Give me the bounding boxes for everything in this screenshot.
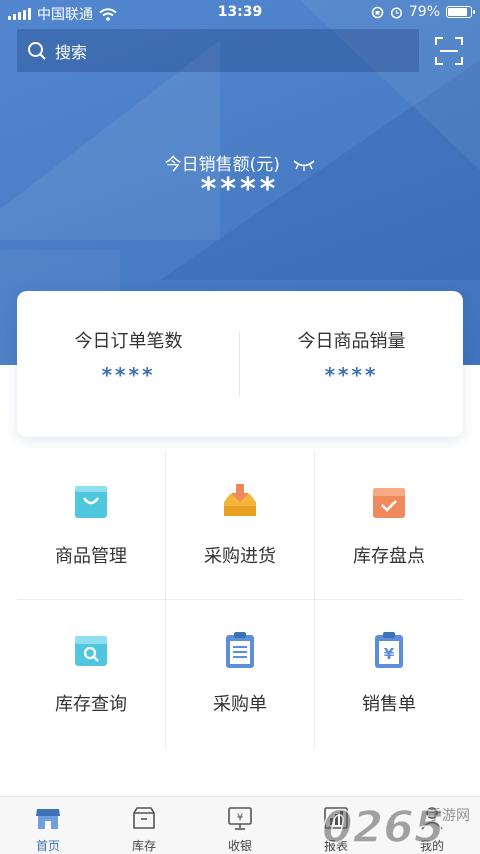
menu-product-management[interactable]: 商品管理: [17, 452, 165, 600]
menu-purchase-stock[interactable]: 采购进货: [166, 452, 314, 600]
menu-sales-order[interactable]: ¥ 销售单: [315, 600, 463, 748]
box-icon: [133, 807, 155, 829]
menu-purchase-order[interactable]: 采购单: [166, 600, 314, 748]
stats-card: 今日订单笔数 **** 今日商品销量 ****: [17, 291, 463, 437]
search-icon: [28, 41, 46, 60]
menu-label: 库存盘点: [353, 546, 425, 567]
eye-closed-icon[interactable]: [293, 159, 315, 171]
inbox-download-icon: [224, 484, 256, 516]
svg-text:¥: ¥: [237, 813, 243, 824]
tab-label: 收银: [227, 839, 252, 853]
tab-label: 库存: [131, 839, 156, 853]
box-check-icon: [373, 488, 405, 518]
scan-icon[interactable]: [434, 36, 464, 66]
tab-home[interactable]: 首页: [0, 797, 96, 854]
battery-icon: [446, 6, 475, 18]
stat-units[interactable]: 今日商品销量 ****: [240, 291, 463, 437]
menu-label: 采购进货: [204, 546, 276, 567]
stat-label: 今日商品销量: [297, 331, 406, 352]
tab-cashier[interactable]: ¥ 收银: [192, 797, 288, 854]
alarm-icon: [390, 6, 402, 19]
menu-label: 销售单: [362, 694, 416, 715]
watermark-logo: 0265 手游网: [321, 801, 470, 854]
store-icon: [36, 809, 60, 829]
cashier-monitor-icon: ¥: [228, 807, 252, 830]
menu-stock-query[interactable]: 库存查询: [17, 600, 165, 748]
clipboard-list-icon: [226, 632, 254, 668]
stat-label: 今日订单笔数: [74, 331, 183, 352]
box-search-icon: [75, 636, 107, 666]
tab-label: 首页: [35, 839, 60, 853]
menu-label: 库存查询: [55, 694, 127, 715]
battery-percent: 79%: [408, 4, 440, 20]
clipboard-yen-icon: ¥: [375, 632, 403, 668]
search-bar[interactable]: 搜索: [17, 29, 419, 72]
stat-orders[interactable]: 今日订单笔数 ****: [17, 291, 240, 437]
menu-stock-take[interactable]: 库存盘点: [315, 452, 463, 600]
search-placeholder: 搜索: [55, 42, 88, 62]
shopping-bag-icon: [75, 486, 107, 518]
menu-label: 采购单: [213, 694, 267, 715]
tab-inventory[interactable]: 库存: [96, 797, 192, 854]
function-grid: 商品管理 采购进货 库存盘点 库存查询 采购单 ¥ 销售单: [17, 452, 463, 748]
svg-text:手游网: 手游网: [428, 808, 470, 824]
stat-value: ****: [324, 363, 379, 387]
stat-value: ****: [101, 363, 156, 387]
rotation-lock-icon: [371, 6, 384, 18]
menu-label: 商品管理: [55, 546, 127, 567]
sales-value: ****: [200, 172, 280, 207]
svg-text:0265: 0265: [322, 802, 444, 853]
status-bar: 中国联通 13:39 79%: [0, 0, 480, 26]
svg-text:¥: ¥: [384, 645, 395, 663]
